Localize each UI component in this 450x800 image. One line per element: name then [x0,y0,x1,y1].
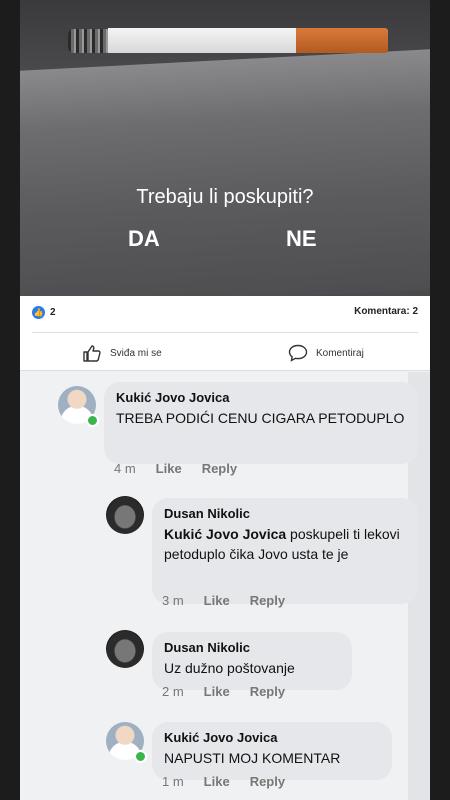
comment-time: 3 m [162,593,184,608]
poll-question: Trebaju li poskupiti? [136,186,314,208]
comment-meta: 1 m Like Reply [162,774,285,789]
comments-section: Kukić Jovo Jovica TREBA PODIĆI CENU CIGA… [20,372,430,800]
comment-bubble: Dusan Nikolic Kukić Jovo Jovica poskupel… [152,498,418,604]
comment-text: TREBA PODIĆI CENU CIGARA PETODUPLO [116,410,405,426]
comment-author[interactable]: Kukić Jovo Jovica [116,390,406,405]
post-image[interactable]: Trebaju li poskupiti? DA NE [20,0,430,296]
comment-bubble-icon [288,344,308,362]
comment-bubble: Kukić Jovo Jovica NAPUSTI MOJ KOMENTAR [152,722,392,780]
comment-time: 4 m [114,461,136,476]
like-count: 2 [50,307,56,318]
cigarette-image [68,26,388,54]
poll-option-no: NE [286,226,317,251]
avatar[interactable] [106,496,144,534]
like-summary[interactable]: 👍 2 [32,306,56,319]
thumb-up-icon [83,345,101,362]
comment-author[interactable]: Kukić Jovo Jovica [164,730,380,745]
like-link[interactable]: Like [156,461,182,476]
reply-link[interactable]: Reply [250,684,285,699]
like-link[interactable]: Like [204,684,230,699]
like-link[interactable]: Like [204,774,230,789]
comment-meta: 4 m Like Reply [114,461,237,476]
comment-label: Komentiraj [316,347,364,359]
comment-button[interactable]: Komentiraj [288,344,364,362]
avatar[interactable] [106,630,144,668]
screenshot-frame: Trebaju li poskupiti? DA NE 👍 2 Komentar… [0,0,450,800]
reply-link[interactable]: Reply [250,774,285,789]
comment-bubble: Dusan Nikolic Uz dužno poštovanje [152,632,352,690]
like-button[interactable]: Sviđa mi se [82,344,162,362]
comment-time: 2 m [162,684,184,699]
comment-time: 1 m [162,774,184,789]
reply-link[interactable]: Reply [202,461,237,476]
mention-link[interactable]: Kukić Jovo Jovica [164,526,286,542]
blurred-text [348,548,375,563]
comment-bubble: Kukić Jovo Jovica TREBA PODIĆI CENU CIGA… [104,382,418,464]
like-label: Sviđa mi se [110,347,162,359]
reply-link[interactable]: Reply [250,593,285,608]
comment-text: Uz dužno poštovanje [164,660,295,676]
comment-author[interactable]: Dusan Nikolic [164,506,406,521]
comment-text: NAPUSTI MOJ KOMENTAR [164,750,341,766]
post-container: Trebaju li poskupiti? DA NE 👍 2 Komentar… [20,0,430,800]
comment-meta: 2 m Like Reply [162,684,285,699]
like-reaction-icon: 👍 [32,306,45,319]
reaction-bar: 👍 2 Komentara: 2 Sviđa mi se Komentiraj [20,296,430,371]
like-link[interactable]: Like [204,593,230,608]
poll-option-yes: DA [128,226,160,251]
online-status [86,414,99,427]
comment-count[interactable]: Komentara: 2 [354,306,418,317]
comment-author[interactable]: Dusan Nikolic [164,640,340,655]
online-status [134,750,147,763]
comment-meta: 3 m Like Reply [162,593,285,608]
divider [32,332,418,333]
ledge-background [20,48,430,296]
